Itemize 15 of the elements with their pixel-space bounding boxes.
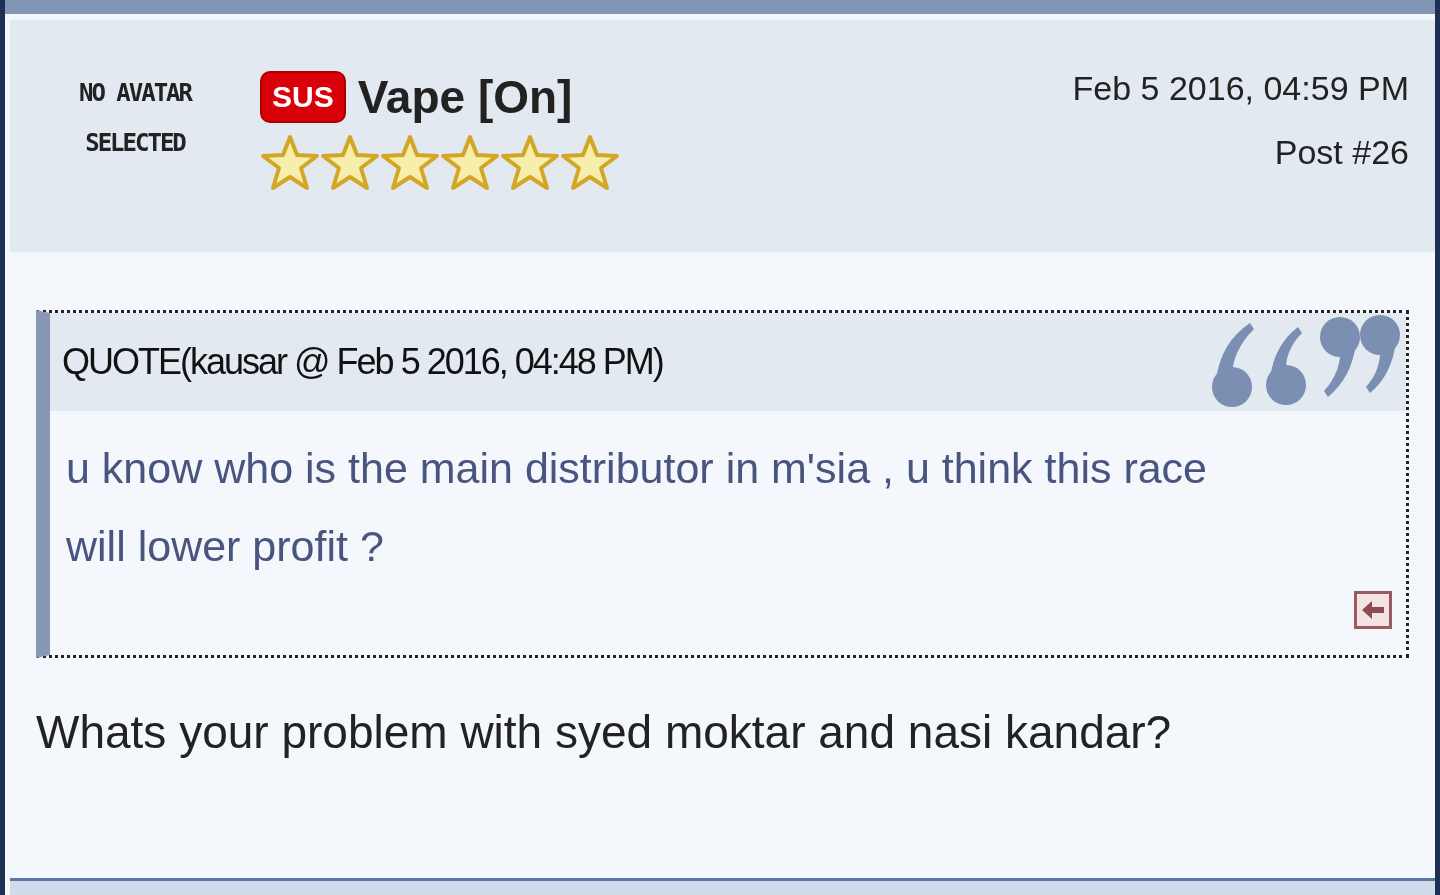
star-icon: [260, 134, 320, 192]
star-icon: [500, 134, 560, 192]
badge: SUS: [260, 71, 346, 123]
star-icon: [440, 134, 500, 192]
post-number[interactable]: Post #26: [1072, 120, 1409, 184]
post-date: Feb 5 2016, 04:59 PM: [1072, 68, 1409, 109]
post-message: Whats your problem with syed moktar and nasi kandar?: [36, 705, 1173, 760]
username[interactable]: Vape [On]: [357, 68, 573, 126]
star-icon: [320, 134, 380, 192]
quote-text: u know who is the main distributor in m'sia , u think this race will lower profit ?: [65, 443, 1209, 572]
star-icon: [380, 134, 440, 192]
no-avatar-label: NO AVATAR SELECTED: [77, 78, 193, 159]
quote-icon: [1210, 315, 1402, 409]
star-icon: [560, 134, 620, 192]
quote-header: QUOTE(kausar @ Feb 5 2016, 04:48 PM): [62, 340, 663, 384]
